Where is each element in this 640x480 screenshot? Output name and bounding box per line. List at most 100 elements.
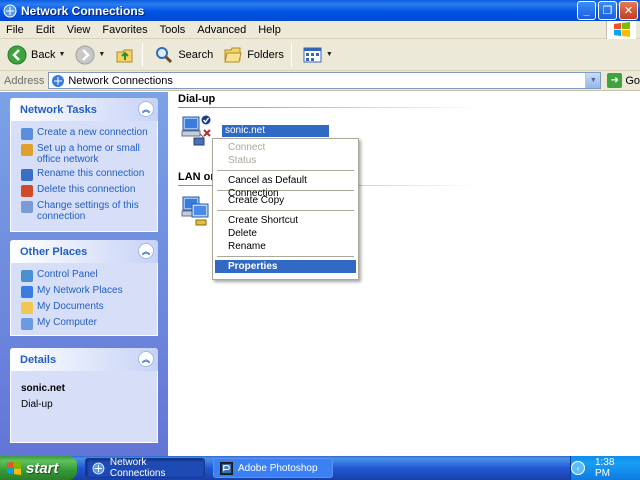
forward-arrow-icon [75, 45, 95, 64]
place-label: My Computer [37, 317, 98, 328]
network-connections-icon [52, 74, 65, 87]
system-tray: ‹ 1:38 PM [570, 456, 640, 480]
up-folder-icon [116, 49, 133, 62]
task-label: Set up a home or small office network [37, 143, 140, 165]
back-arrow-icon [7, 45, 27, 64]
network-tasks-header[interactable]: Network Tasks ︽ [10, 98, 158, 121]
forward-button[interactable]: ▼ [72, 42, 108, 68]
photoshop-icon [220, 461, 233, 475]
menu-item-status: Status [228, 155, 257, 166]
menu-item-cancel-default[interactable]: Cancel as Default Connection [215, 174, 356, 199]
views-button[interactable]: ▼ [300, 42, 336, 68]
search-button[interactable]: Search [151, 42, 216, 68]
collapse-chevron-icon[interactable]: ︽ [138, 243, 154, 259]
place-my-computer[interactable]: My Computer [21, 317, 149, 330]
connection-label-sonic[interactable]: sonic.net [222, 125, 329, 137]
address-dropdown-icon[interactable]: ▼ [585, 73, 601, 88]
context-menu: Connect Status Cancel as Default Connect… [212, 138, 359, 280]
details-connection-type: Dial-up [21, 399, 53, 410]
group-dialup-header: Dial-up [178, 93, 216, 105]
title-bar[interactable]: Network Connections _ ❐ ✕ [0, 0, 640, 21]
menu-favorites[interactable]: Favorites [96, 24, 153, 36]
folders-label: Folders [247, 48, 284, 61]
address-bar: Address Network Connections ▼ ➜ Go [0, 71, 640, 91]
place-label: My Documents [37, 301, 104, 312]
menu-item-rename[interactable]: Rename [215, 240, 356, 253]
menu-item-create-copy[interactable]: Create Copy [215, 194, 356, 207]
menu-item-delete[interactable]: Delete [215, 227, 356, 240]
delete-icon [21, 185, 33, 197]
menu-view[interactable]: View [61, 24, 97, 36]
tray-expand-icon[interactable]: ‹ [571, 461, 585, 475]
views-dropdown-icon[interactable]: ▼ [326, 51, 333, 58]
details-connection-name: sonic.net [21, 383, 65, 394]
lan-connection-icon[interactable] [180, 194, 214, 228]
task-pane: Network Tasks ︽ Create a new connection … [0, 92, 168, 456]
dialup-connection-icon[interactable] [180, 114, 214, 148]
folders-button[interactable]: Folders [220, 42, 287, 68]
close-button[interactable]: ✕ [619, 1, 638, 20]
toolbar-separator [142, 42, 144, 67]
taskbar: start Network Connections Adobe Photosho… [0, 456, 640, 480]
details-header[interactable]: Details ︽ [10, 348, 158, 371]
address-input[interactable]: Network Connections ▼ [48, 72, 602, 89]
clock[interactable]: 1:38 PM [595, 457, 632, 479]
other-places-header[interactable]: Other Places ︽ [10, 240, 158, 263]
search-label: Search [178, 48, 214, 61]
taskbar-item-label: Adobe Photoshop [238, 462, 318, 474]
up-folder-button[interactable] [112, 42, 138, 68]
home-network-icon [21, 144, 33, 156]
my-documents-icon [21, 302, 33, 314]
settings-icon [21, 201, 33, 213]
toolbar-separator [290, 42, 292, 67]
task-change-settings[interactable]: Change settings of this connection [21, 200, 149, 222]
taskbar-adobe-photoshop[interactable]: Adobe Photoshop [213, 458, 333, 478]
network-tasks-panel: Network Tasks ︽ Create a new connection … [10, 98, 158, 232]
menu-item-properties[interactable]: Properties [215, 260, 356, 273]
network-places-icon [21, 286, 33, 298]
forward-dropdown-icon[interactable]: ▼ [98, 51, 105, 58]
windows-flag-icon [7, 461, 21, 475]
go-button[interactable]: ➜ Go [607, 73, 640, 88]
menu-bar: File Edit View Favorites Tools Advanced … [0, 21, 640, 39]
windows-logo-icon [606, 21, 636, 39]
other-places-title: Other Places [20, 245, 88, 258]
collapse-chevron-icon[interactable]: ︽ [138, 351, 154, 367]
menu-separator [217, 170, 354, 171]
my-computer-icon [21, 318, 33, 330]
task-rename-connection[interactable]: Rename this connection [21, 168, 149, 181]
go-label: Go [625, 74, 640, 87]
search-icon [156, 46, 173, 63]
menu-file[interactable]: File [0, 24, 30, 36]
place-label: My Network Places [37, 285, 123, 296]
group-divider [178, 107, 478, 108]
collapse-chevron-icon[interactable]: ︽ [138, 101, 154, 117]
menu-separator [217, 256, 354, 257]
details-panel: Details ︽ sonic.net Dial-up [10, 348, 158, 443]
place-my-network-places[interactable]: My Network Places [21, 285, 149, 298]
place-my-documents[interactable]: My Documents [21, 301, 149, 314]
taskbar-network-connections[interactable]: Network Connections [85, 457, 205, 479]
menu-advanced[interactable]: Advanced [191, 24, 252, 36]
network-tasks-title: Network Tasks [20, 103, 97, 116]
minimize-button[interactable]: _ [577, 1, 596, 20]
start-button[interactable]: start [0, 456, 77, 480]
network-connections-icon [3, 4, 17, 17]
menu-edit[interactable]: Edit [30, 24, 61, 36]
back-dropdown-icon[interactable]: ▼ [58, 51, 65, 58]
task-delete-connection[interactable]: Delete this connection [21, 184, 149, 197]
task-home-network[interactable]: Set up a home or small office network [21, 143, 149, 165]
network-connections-icon [92, 462, 105, 474]
views-icon [303, 47, 322, 62]
back-button[interactable]: Back ▼ [4, 42, 68, 68]
menu-item-create-shortcut[interactable]: Create Shortcut [215, 214, 356, 227]
details-title: Details [20, 353, 57, 366]
place-control-panel[interactable]: Control Panel [21, 269, 149, 282]
go-arrow-icon: ➜ [607, 73, 623, 88]
menu-tools[interactable]: Tools [154, 24, 192, 36]
task-create-connection[interactable]: Create a new connection [21, 127, 149, 140]
rename-icon [21, 169, 33, 181]
start-label: start [26, 459, 59, 477]
menu-help[interactable]: Help [252, 24, 287, 36]
maximize-button[interactable]: ❐ [598, 1, 617, 20]
